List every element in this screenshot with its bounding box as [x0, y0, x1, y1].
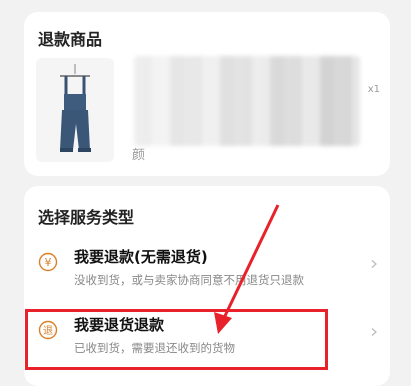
- yuan-refund-icon: ¥: [38, 252, 58, 272]
- overalls-image: [36, 58, 114, 162]
- refund-product-card: 退款商品 x1 颜: [24, 12, 390, 176]
- product-spec-label: 颜: [132, 148, 146, 163]
- product-image[interactable]: [36, 58, 114, 162]
- chevron-right-icon: [371, 328, 377, 336]
- blurred-product-info: [134, 56, 360, 146]
- svg-text:¥: ¥: [45, 256, 52, 269]
- highlight-box: [25, 309, 328, 370]
- option-refund-only-title: 我要退款(无需退货): [74, 248, 208, 266]
- option-refund-only[interactable]: ¥ 我要退款(无需退货) 没收到货，或与卖家协商同意不用退货只退款: [24, 236, 390, 296]
- service-type-title: 选择服务类型: [38, 208, 135, 227]
- refund-product-title: 退款商品: [38, 30, 103, 49]
- option-refund-only-desc: 没收到货，或与卖家协商同意不用退货只退款: [74, 273, 304, 287]
- product-quantity: x1: [367, 84, 380, 95]
- chevron-right-icon: [371, 260, 377, 268]
